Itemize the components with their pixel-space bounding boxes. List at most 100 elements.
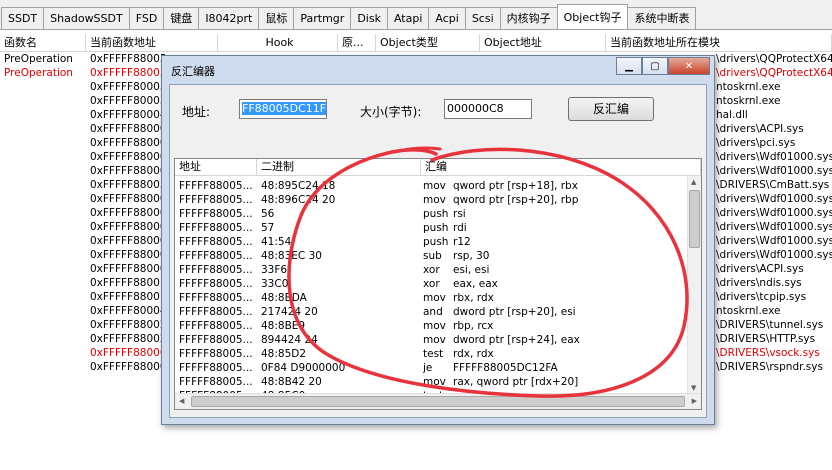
list-item[interactable]: FFFFF88005... 0F84 D9000000 je FFFFF88005DC… xyxy=(175,361,689,375)
column-hook[interactable]: Hook xyxy=(218,34,338,51)
tab-7[interactable]: Disk xyxy=(350,7,388,29)
instruction-bytes: 56 xyxy=(261,208,275,220)
list-item[interactable]: FFFFF88005... 48:8B42 20 mov rax, qword ptr… xyxy=(175,375,689,389)
instruction-bytes: 48:83EC 30 xyxy=(261,250,322,262)
tab-12[interactable]: Object钩子 xyxy=(556,4,629,29)
tab-9[interactable]: Acpi xyxy=(428,7,466,29)
instruction-bytes: 894424 24 xyxy=(261,334,318,346)
address-label: 地址: xyxy=(182,105,211,119)
cell-module: \drivers\ndis.sys xyxy=(716,277,802,289)
instruction-address: FFFFF88005... xyxy=(179,278,253,290)
list-item[interactable]: FFFFF88005... 48:896C24 20 mov qword ptr [r… xyxy=(175,193,689,207)
instruction-address: FFFFF88005... xyxy=(179,334,253,346)
list-item[interactable]: FFFFF88005... 894424 24 mov dword ptr [rsp+… xyxy=(175,333,689,347)
scroll-down-icon[interactable]: ▼ xyxy=(691,384,696,392)
tab-13[interactable]: 系统中断表 xyxy=(627,7,697,29)
address-input[interactable]: FF88005DC11F4 xyxy=(239,99,327,119)
list-item[interactable]: FFFFF88005... 48:895C24 18 mov qword ptr [r… xyxy=(175,179,689,193)
cell-module: \drivers\Wdf01000.sys xyxy=(716,235,832,247)
scroll-up-icon[interactable]: ▲ xyxy=(691,178,696,186)
column-current-address[interactable]: 当前函数地址 xyxy=(86,34,218,51)
instruction-operands: qword ptr [rsp+18], rbx xyxy=(453,180,578,192)
instruction-mnemonic: xor xyxy=(423,264,440,276)
column-binary[interactable]: 二进制 xyxy=(257,159,421,175)
vertical-scrollbar[interactable]: ▲ ▼ xyxy=(687,176,701,394)
column-address[interactable]: 地址 xyxy=(175,159,257,175)
instruction-operands: r12 xyxy=(453,236,471,248)
horizontal-scrollbar[interactable]: ◀ ▶ xyxy=(175,393,701,409)
instruction-mnemonic: xor xyxy=(423,278,440,290)
cell-module: \drivers\Wdf01000.sys xyxy=(716,221,832,233)
minimize-icon[interactable]: ▁ xyxy=(616,57,642,75)
instruction-operands: FFFFF88005DC12FA xyxy=(453,362,558,374)
instruction-bytes: 48:8B42 20 xyxy=(261,376,322,388)
dialog-body: 地址: FF88005DC11F4 大小(字节): 000000C8 反汇编 地… xyxy=(169,84,707,418)
column-assembly[interactable]: 汇编 xyxy=(421,159,701,175)
tab-11[interactable]: 内核钩子 xyxy=(499,7,558,29)
instruction-address: FFFFF88005... xyxy=(179,292,253,304)
cell-module: \drivers\Wdf01000.sys xyxy=(716,193,832,205)
cell-module: \drivers\Wdf01000.sys xyxy=(716,151,832,163)
cell-function-name: PreOperation xyxy=(4,67,73,79)
tab-4[interactable]: I8042prt xyxy=(198,7,260,29)
column-object-address[interactable]: Object地址 xyxy=(480,34,606,51)
instruction-operands: eax, eax xyxy=(453,278,498,290)
close-icon[interactable]: ✕ xyxy=(668,57,710,75)
list-item[interactable]: FFFFF88005... 217424 20 and dword ptr [rsp+… xyxy=(175,305,689,319)
list-item[interactable]: FFFFF88005... 48:8BDA mov rbx, rdx xyxy=(175,291,689,305)
instruction-bytes: 0F84 D9000000 xyxy=(261,362,346,374)
list-item[interactable]: FFFFF88005... 33C0 xor eax, eax xyxy=(175,277,689,291)
list-item[interactable]: FFFFF88005... 33F6 xor esi, esi xyxy=(175,263,689,277)
list-item[interactable]: FFFFF88005... 57 push rdi xyxy=(175,221,689,235)
cell-module: \drivers\ACPI.sys xyxy=(716,263,804,275)
instruction-mnemonic: sub xyxy=(423,250,442,262)
instruction-mnemonic: mov xyxy=(423,334,446,346)
disassembly-list: 地址 二进制 汇编 FFFFF88005... 48:895C24 18 mov qw… xyxy=(174,158,702,410)
cell-module: \drivers\ACPI.sys xyxy=(716,123,804,135)
tab-5[interactable]: 鼠标 xyxy=(258,7,295,29)
instruction-operands: qword ptr [rsp+20], rbp xyxy=(453,194,579,206)
column-object-type[interactable]: Object类型 xyxy=(376,34,480,51)
cell-module: \DRIVERS\vsock.sys xyxy=(716,347,820,359)
instruction-address: FFFFF88005... xyxy=(179,306,253,318)
instruction-address: FFFFF88005... xyxy=(179,208,253,220)
scroll-left-icon[interactable]: ◀ xyxy=(179,397,184,405)
tab-1[interactable]: ShadowSSDT xyxy=(43,7,130,29)
column-function-name[interactable]: 函数名 xyxy=(0,34,86,51)
list-item[interactable]: FFFFF88005... 48:85D2 test rdx, rdx xyxy=(175,347,689,361)
list-item[interactable]: FFFFF88005... 48:83EC 30 sub rsp, 30 xyxy=(175,249,689,263)
tab-6[interactable]: Partmgr xyxy=(293,7,352,29)
cell-module: \drivers\pci.sys xyxy=(716,137,796,149)
dialog-titlebar[interactable]: 反汇编器 ▁ ▢ ✕ xyxy=(162,56,714,82)
instruction-operands: rax, qword ptr [rdx+20] xyxy=(453,376,579,388)
vertical-scroll-thumb[interactable] xyxy=(689,190,700,248)
tab-2[interactable]: FSD xyxy=(128,7,165,29)
tab-8[interactable]: Atapi xyxy=(386,7,430,29)
cell-module: ntoskrnl.exe xyxy=(716,81,781,93)
list-item[interactable]: FFFFF88005... 48:8BE9 mov rbp, rcx xyxy=(175,319,689,333)
instruction-bytes: 33C0 xyxy=(261,278,289,290)
instruction-mnemonic: mov xyxy=(423,194,446,206)
tab-0[interactable]: SSDT xyxy=(1,7,45,29)
size-input[interactable]: 000000C8 xyxy=(444,99,532,119)
tab-10[interactable]: Scsi xyxy=(464,7,501,29)
horizontal-scroll-thumb[interactable] xyxy=(191,396,685,407)
instruction-operands: rdi xyxy=(453,222,467,234)
column-module[interactable]: 当前函数地址所在模块 xyxy=(606,34,832,51)
scroll-right-icon[interactable]: ▶ xyxy=(692,397,697,405)
column-original[interactable]: 原... xyxy=(338,34,376,51)
list-item[interactable]: FFFFF88005... 56 push rsi xyxy=(175,207,689,221)
instruction-mnemonic: mov xyxy=(423,180,446,192)
instruction-operands: rsi xyxy=(453,208,466,220)
instruction-operands: rsp, 30 xyxy=(453,250,490,262)
tab-3[interactable]: 键盘 xyxy=(163,7,200,29)
instruction-bytes: 217424 20 xyxy=(261,306,318,318)
cell-module: \drivers\tcpip.sys xyxy=(716,291,807,303)
maximize-icon[interactable]: ▢ xyxy=(642,57,668,75)
list-item[interactable]: FFFFF88005... 41:54 push r12 xyxy=(175,235,689,249)
instruction-operands: dword ptr [rsp+24], eax xyxy=(453,334,580,346)
instruction-address: FFFFF88005... xyxy=(179,362,253,374)
disassemble-button[interactable]: 反汇编 xyxy=(568,97,654,121)
instruction-bytes: 48:8BDA xyxy=(261,292,307,304)
instruction-bytes: 48:85D2 xyxy=(261,348,307,360)
